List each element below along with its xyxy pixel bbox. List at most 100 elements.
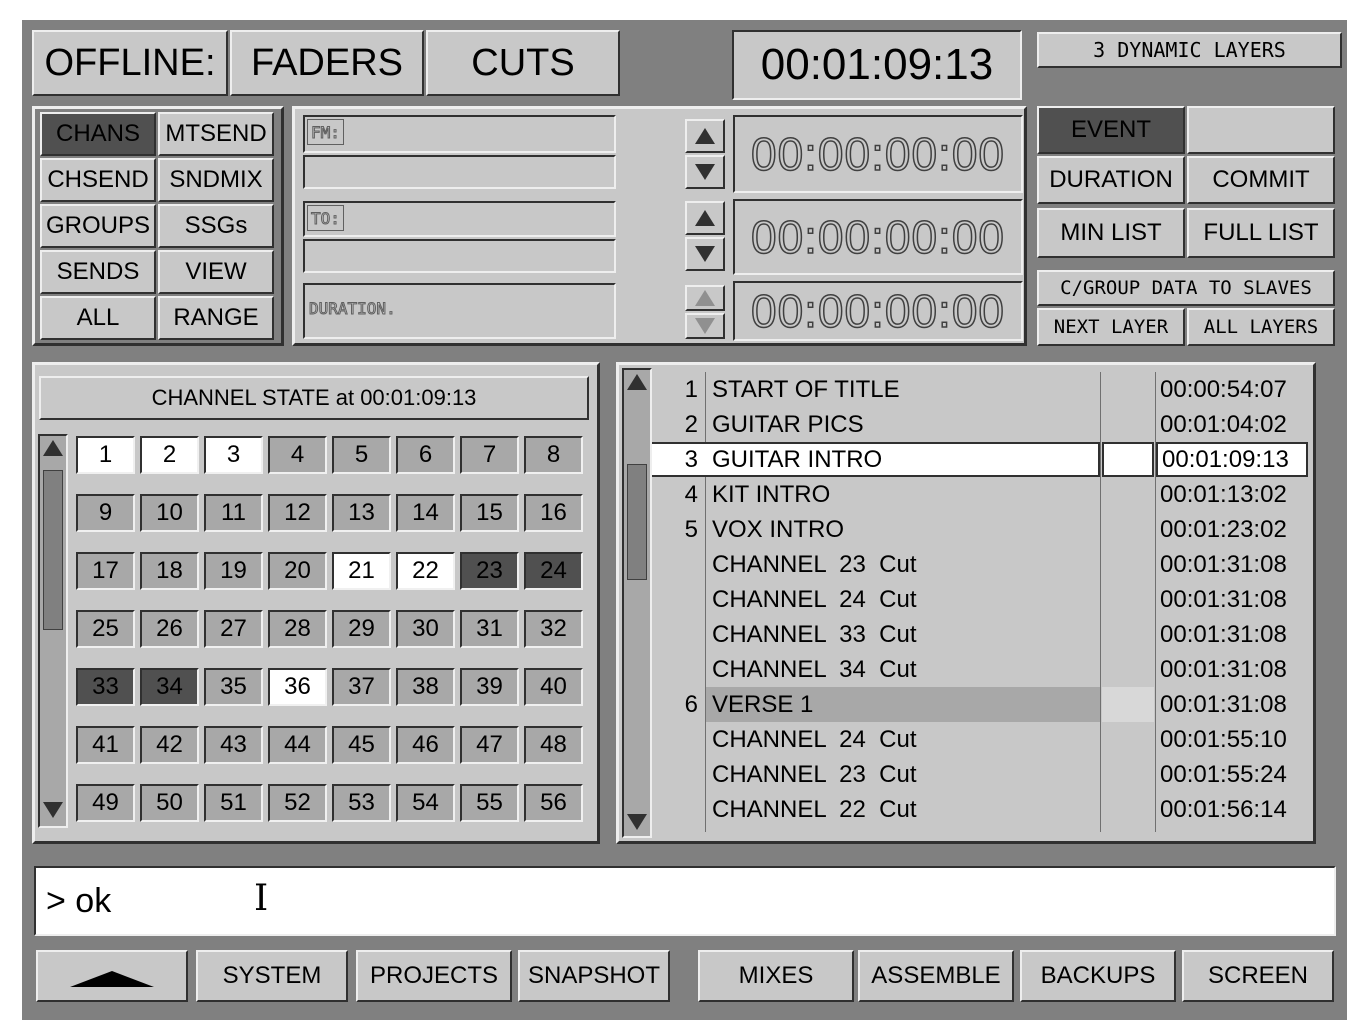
channel-cell[interactable]: 5	[332, 436, 391, 474]
next-layer-button[interactable]: NEXT LAYER	[1037, 308, 1185, 346]
from-decrement-button[interactable]	[685, 155, 725, 189]
command-line[interactable]: > ok I	[34, 866, 1336, 936]
category-button-groups[interactable]: GROUPS	[40, 204, 156, 248]
event-row[interactable]: GUITAR INTRO 3 00:01:09:13	[652, 442, 1312, 477]
channel-cell[interactable]: 12	[268, 494, 327, 532]
channel-cell[interactable]: 8	[524, 436, 583, 474]
channel-cell[interactable]: 28	[268, 610, 327, 648]
channel-cell[interactable]: 33	[76, 668, 135, 706]
all-layers-button[interactable]: ALL LAYERS	[1187, 308, 1335, 346]
from-field-secondary[interactable]	[303, 155, 616, 189]
category-button-ssgs[interactable]: SSGs	[158, 204, 274, 248]
channel-cell[interactable]: 18	[140, 552, 199, 590]
event-button[interactable]: EVENT	[1037, 106, 1185, 154]
scroll-down-icon[interactable]	[627, 814, 647, 830]
channel-cell[interactable]: 4	[268, 436, 327, 474]
channel-cell[interactable]: 44	[268, 726, 327, 764]
from-increment-button[interactable]	[685, 119, 725, 153]
channel-cell[interactable]: 46	[396, 726, 455, 764]
cuts-button[interactable]: CUTS	[426, 30, 620, 96]
channel-cell[interactable]: 39	[460, 668, 519, 706]
event-row[interactable]: CHANNEL 24 Cut 00:01:31:08	[652, 582, 1312, 617]
channel-cell[interactable]: 37	[332, 668, 391, 706]
channel-cell[interactable]: 41	[76, 726, 135, 764]
event-row[interactable]: VOX INTRO 5 00:01:23:02	[652, 512, 1312, 547]
event-row[interactable]: START OF TITLE 1 00:00:54:07	[652, 372, 1312, 407]
category-button-chans[interactable]: CHANS	[40, 112, 156, 156]
event-row[interactable]: CHANNEL 33 Cut 00:01:31:08	[652, 617, 1312, 652]
category-button-sndmix[interactable]: SNDMIX	[158, 158, 274, 202]
event-row[interactable]: CHANNEL 24 Cut 00:01:55:10	[652, 722, 1312, 757]
channel-cell[interactable]: 17	[76, 552, 135, 590]
commit-button[interactable]: COMMIT	[1187, 156, 1335, 204]
duration-decrement-button[interactable]	[685, 313, 725, 339]
channel-cell[interactable]: 42	[140, 726, 199, 764]
channel-cell[interactable]: 35	[204, 668, 263, 706]
channel-cell[interactable]: 19	[204, 552, 263, 590]
scroll-up-icon[interactable]	[43, 440, 63, 456]
channel-cell[interactable]: 54	[396, 784, 455, 822]
channel-cell[interactable]: 10	[140, 494, 199, 532]
footer-button-backups[interactable]: BACKUPS	[1020, 950, 1176, 1002]
channel-cell[interactable]: 38	[396, 668, 455, 706]
channel-cell[interactable]: 26	[140, 610, 199, 648]
channel-cell[interactable]: 34	[140, 668, 199, 706]
channel-cell[interactable]: 27	[204, 610, 263, 648]
min-list-button[interactable]: MIN LIST	[1037, 208, 1185, 258]
channel-cell[interactable]: 51	[204, 784, 263, 822]
channel-cell[interactable]: 55	[460, 784, 519, 822]
channel-cell[interactable]: 52	[268, 784, 327, 822]
footer-button-screen[interactable]: SCREEN	[1182, 950, 1334, 1002]
channel-cell[interactable]: 21	[332, 552, 391, 590]
event-row[interactable]: VERSE 1 6 00:01:31:08	[652, 687, 1312, 722]
event-row[interactable]: CHANNEL 23 Cut 00:01:55:24	[652, 757, 1312, 792]
duration-increment-button[interactable]	[685, 285, 725, 311]
to-field[interactable]	[303, 201, 616, 237]
event-list-scrollbar[interactable]	[622, 368, 652, 838]
channel-cell[interactable]: 36	[268, 668, 327, 706]
channel-cell[interactable]: 14	[396, 494, 455, 532]
channel-cell[interactable]: 30	[396, 610, 455, 648]
channel-cell[interactable]: 6	[396, 436, 455, 474]
channel-cell[interactable]: 13	[332, 494, 391, 532]
channel-cell[interactable]: 24	[524, 552, 583, 590]
faders-button[interactable]: FADERS	[230, 30, 424, 96]
channel-cell[interactable]: 9	[76, 494, 135, 532]
footer-button-system[interactable]: SYSTEM	[196, 950, 348, 1002]
event-row[interactable]: CHANNEL 23 Cut 00:01:31:08	[652, 547, 1312, 582]
channel-cell[interactable]: 48	[524, 726, 583, 764]
scroll-down-icon[interactable]	[43, 802, 63, 818]
channel-cell[interactable]: 56	[524, 784, 583, 822]
scroll-thumb[interactable]	[43, 470, 63, 630]
channel-cell[interactable]: 1	[76, 436, 135, 474]
category-button-chsend[interactable]: CHSEND	[40, 158, 156, 202]
event-row[interactable]: CHANNEL 34 Cut 00:01:31:08	[652, 652, 1312, 687]
channel-cell[interactable]: 3	[204, 436, 263, 474]
event-row[interactable]: KIT INTRO 4 00:01:13:02	[652, 477, 1312, 512]
channel-cell[interactable]: 15	[460, 494, 519, 532]
category-button-range[interactable]: RANGE	[158, 296, 274, 340]
channel-cell[interactable]: 32	[524, 610, 583, 648]
full-list-button[interactable]: FULL LIST	[1187, 208, 1335, 258]
event-row[interactable]: CHANNEL 22 Cut 00:01:56:14	[652, 792, 1312, 827]
category-button-sends[interactable]: SENDS	[40, 250, 156, 294]
footer-button-assemble[interactable]: ASSEMBLE	[858, 950, 1014, 1002]
scroll-up-icon[interactable]	[627, 374, 647, 390]
duration-button[interactable]: DURATION	[1037, 156, 1185, 204]
channel-cell[interactable]: 11	[204, 494, 263, 532]
channel-cell[interactable]: 22	[396, 552, 455, 590]
channel-cell[interactable]: 49	[76, 784, 135, 822]
event-aux-button[interactable]	[1187, 106, 1335, 154]
channel-cell[interactable]: 20	[268, 552, 327, 590]
channel-cell[interactable]: 40	[524, 668, 583, 706]
category-button-view[interactable]: VIEW	[158, 250, 274, 294]
channel-cell[interactable]: 31	[460, 610, 519, 648]
channel-cell[interactable]: 45	[332, 726, 391, 764]
channel-cell[interactable]: 23	[460, 552, 519, 590]
channel-cell[interactable]: 2	[140, 436, 199, 474]
to-increment-button[interactable]	[685, 201, 725, 235]
channel-cell[interactable]: 7	[460, 436, 519, 474]
from-field[interactable]	[303, 115, 616, 153]
channel-cell[interactable]: 47	[460, 726, 519, 764]
cgroup-data-to-slaves-button[interactable]: C/GROUP DATA TO SLAVES	[1037, 270, 1335, 306]
